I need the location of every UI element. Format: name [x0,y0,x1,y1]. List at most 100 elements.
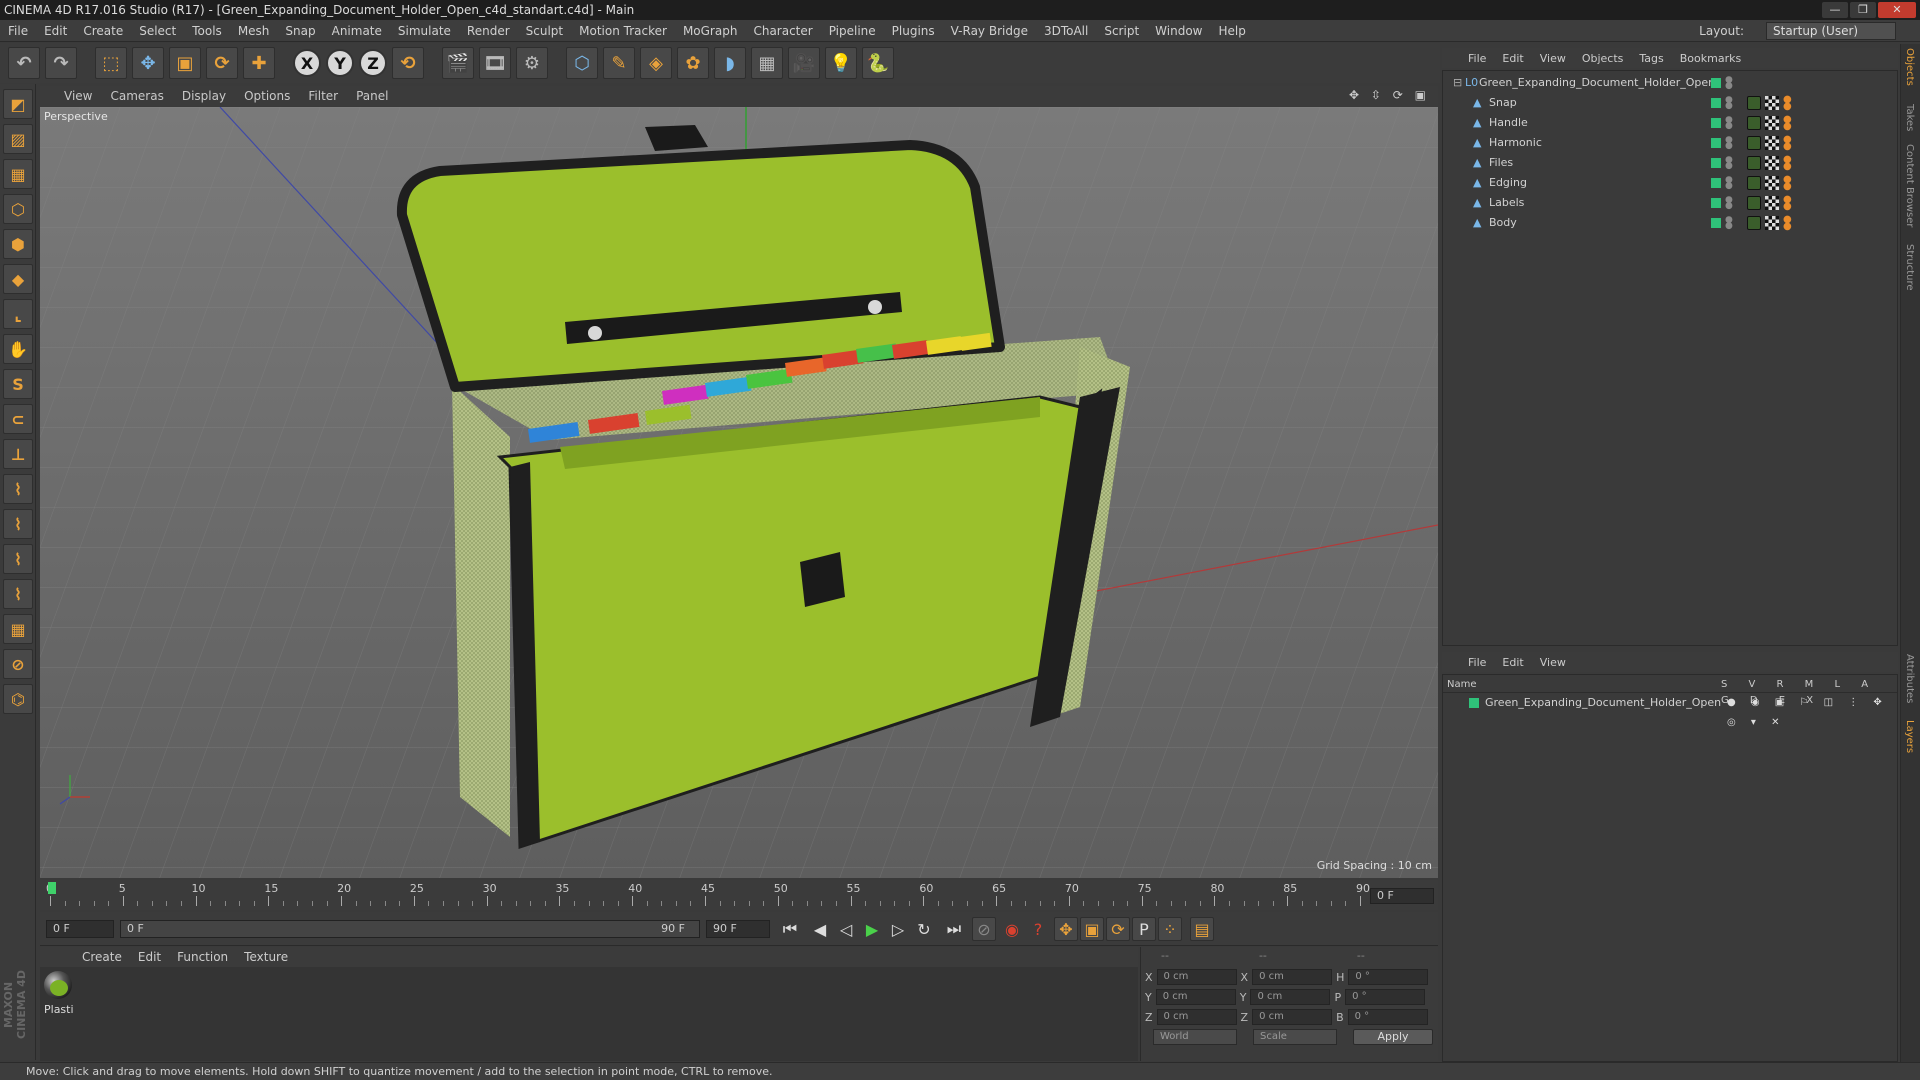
phong-tag-icon[interactable] [1747,156,1761,170]
3d-viewport[interactable]: Perspective Grid Spacing : 10 cm [40,107,1438,878]
size-y-field[interactable]: 0 cm [1250,989,1331,1005]
live-selection-icon[interactable]: ⬚ [95,47,127,79]
go-to-start-icon[interactable]: ⏮ [778,917,802,941]
visibility-dot-icon[interactable] [1711,198,1721,208]
menu-motion-tracker[interactable]: Motion Tracker [579,24,667,38]
layer-row[interactable]: Green_Expanding_Document_Holder_Open ● ◉… [1443,693,1897,728]
viewport-menu-cameras[interactable]: Cameras [110,89,163,103]
tab-attributes[interactable]: Attributes [1904,654,1915,703]
redo-icon[interactable]: ↷ [45,47,77,79]
material-tag-icon[interactable]: ● ● [1783,135,1795,152]
coordinate-space-dropdown[interactable]: World [1153,1029,1237,1045]
tree-row-harmonic[interactable]: ▲ Harmonic ● ● ● ● [1443,133,1897,153]
timeline-ruler[interactable]: 051015202530354045505560657075808590 [46,880,1370,910]
menu-render[interactable]: Render [467,24,510,38]
tab-content-browser[interactable]: Content Browser [1904,144,1915,227]
tree-row-root[interactable]: ⊟ L0 Green_Expanding_Document_Holder_Ope… [1443,73,1897,93]
texture-tag-icon[interactable] [1765,196,1779,210]
render-picture-viewer-icon[interactable]: 🎞 [479,47,511,79]
phong-tag-icon[interactable] [1747,136,1761,150]
render-view-icon[interactable]: 🎬 [442,47,474,79]
floor-icon[interactable]: ▦ [751,47,783,79]
menu-mograph[interactable]: MoGraph [683,24,738,38]
go-to-end-icon[interactable]: ⏭ [942,917,966,941]
pen-icon[interactable]: ✎ [603,47,635,79]
brush-icon[interactable]: ⌇ [3,474,33,504]
texture-tag-icon[interactable] [1765,216,1779,230]
material-tag-icon[interactable]: ● ● [1783,95,1795,112]
tab-takes[interactable]: Takes [1904,104,1915,131]
collapse-icon[interactable]: ⊟ [1453,77,1463,88]
menu-window[interactable]: Window [1155,24,1202,38]
menu-snap[interactable]: Snap [285,24,315,38]
render-settings-icon[interactable]: ⚙ [516,47,548,79]
visibility-dot-icon[interactable] [1711,218,1721,228]
viewport-nav-icons[interactable]: ✥ ⇳ ⟳ ▣ [1349,88,1430,102]
material-tag-icon[interactable]: ● ● [1783,155,1795,172]
apply-button[interactable]: Apply [1353,1029,1433,1045]
visibility-dot-icon[interactable] [1711,118,1721,128]
menu-vray-bridge[interactable]: V-Ray Bridge [951,24,1028,38]
deformer-icon[interactable]: ◗ [714,47,746,79]
workplane-axis-icon[interactable]: ⊥ [3,439,33,469]
texture-tag-icon[interactable] [1765,156,1779,170]
size-z-field[interactable]: 0 cm [1252,1009,1333,1025]
viewport-menu-display[interactable]: Display [182,89,226,103]
cube-icon[interactable]: ⬡ [566,47,598,79]
texture-mode-icon[interactable]: ▨ [3,124,33,154]
next-frame-icon[interactable]: ▷ [886,917,910,941]
phong-tag-icon[interactable] [1747,116,1761,130]
menu-pipeline[interactable]: Pipeline [829,24,876,38]
point-level-icon[interactable]: ⁘ [1158,917,1182,941]
menu-select[interactable]: Select [139,24,176,38]
end-frame-field[interactable]: 90 F [706,920,770,938]
tab-structure[interactable]: Structure [1904,244,1915,291]
snap-icon[interactable]: S [3,369,33,399]
material-tag-icon[interactable]: ● ● [1783,115,1795,132]
tree-row-body[interactable]: ▲ Body ● ● ● ● [1443,213,1897,233]
visibility-dot-icon[interactable] [1711,78,1721,88]
current-frame-field[interactable]: 0 F [1370,888,1434,904]
python-icon[interactable]: 🐍 [862,47,894,79]
z-axis-icon[interactable]: Z [359,49,387,77]
next-key-icon[interactable]: ↻ [912,917,936,941]
autokey-icon[interactable]: ? [1026,917,1050,941]
material-tag-icon[interactable]: ● ● [1783,215,1795,232]
add-object-icon[interactable]: ✚ [243,47,275,79]
material-item[interactable]: Plasti [40,967,80,1027]
render-dot-icon[interactable]: ● ● [1725,76,1733,91]
coordinate-system-icon[interactable]: ⟲ [392,47,424,79]
visibility-dot-icon[interactable] [1711,178,1721,188]
menu-edit[interactable]: Edit [44,24,67,38]
menu-plugins[interactable]: Plugins [892,24,935,38]
workplane-icon[interactable]: ▦ [3,159,33,189]
move-icon[interactable]: ✥ [132,47,164,79]
texture-tag-icon[interactable] [1765,176,1779,190]
layer-color-swatch[interactable] [1469,698,1479,708]
subdivision-icon[interactable]: ◈ [640,47,672,79]
material-menu-function[interactable]: Function [177,950,228,964]
scale-icon[interactable]: ▣ [169,47,201,79]
menu-mesh[interactable]: Mesh [238,24,270,38]
menu-file[interactable]: File [8,24,28,38]
menu-script[interactable]: Script [1104,24,1139,38]
position-z-field[interactable]: 0 cm [1156,1009,1237,1025]
scale-key-icon[interactable]: ▣ [1080,917,1104,941]
axis-mode-icon[interactable]: ⌞ [3,299,33,329]
texture-tag-icon[interactable] [1765,116,1779,130]
layers-menu-view[interactable]: View [1540,656,1566,669]
y-axis-icon[interactable]: Y [326,49,354,77]
material-menu-texture[interactable]: Texture [244,950,288,964]
phong-tag-icon[interactable] [1747,216,1761,230]
viewport-menu-panel[interactable]: Panel [356,89,388,103]
tree-row-files[interactable]: ▲ Files ● ● ● ● [1443,153,1897,173]
record-icon[interactable]: ◉ [1000,917,1024,941]
viewport-menu-filter[interactable]: Filter [308,89,338,103]
tree-row-labels[interactable]: ▲ Labels ● ● ● ● [1443,193,1897,213]
menu-simulate[interactable]: Simulate [398,24,451,38]
grid-lock-icon[interactable]: ▦ [3,614,33,644]
scale-mode-dropdown[interactable]: Scale [1253,1029,1337,1045]
sculpt-icon[interactable]: ⌇ [3,544,33,574]
lock-icon[interactable]: ⊘ [3,649,33,679]
rotation-h-field[interactable]: 0 ° [1348,969,1429,985]
